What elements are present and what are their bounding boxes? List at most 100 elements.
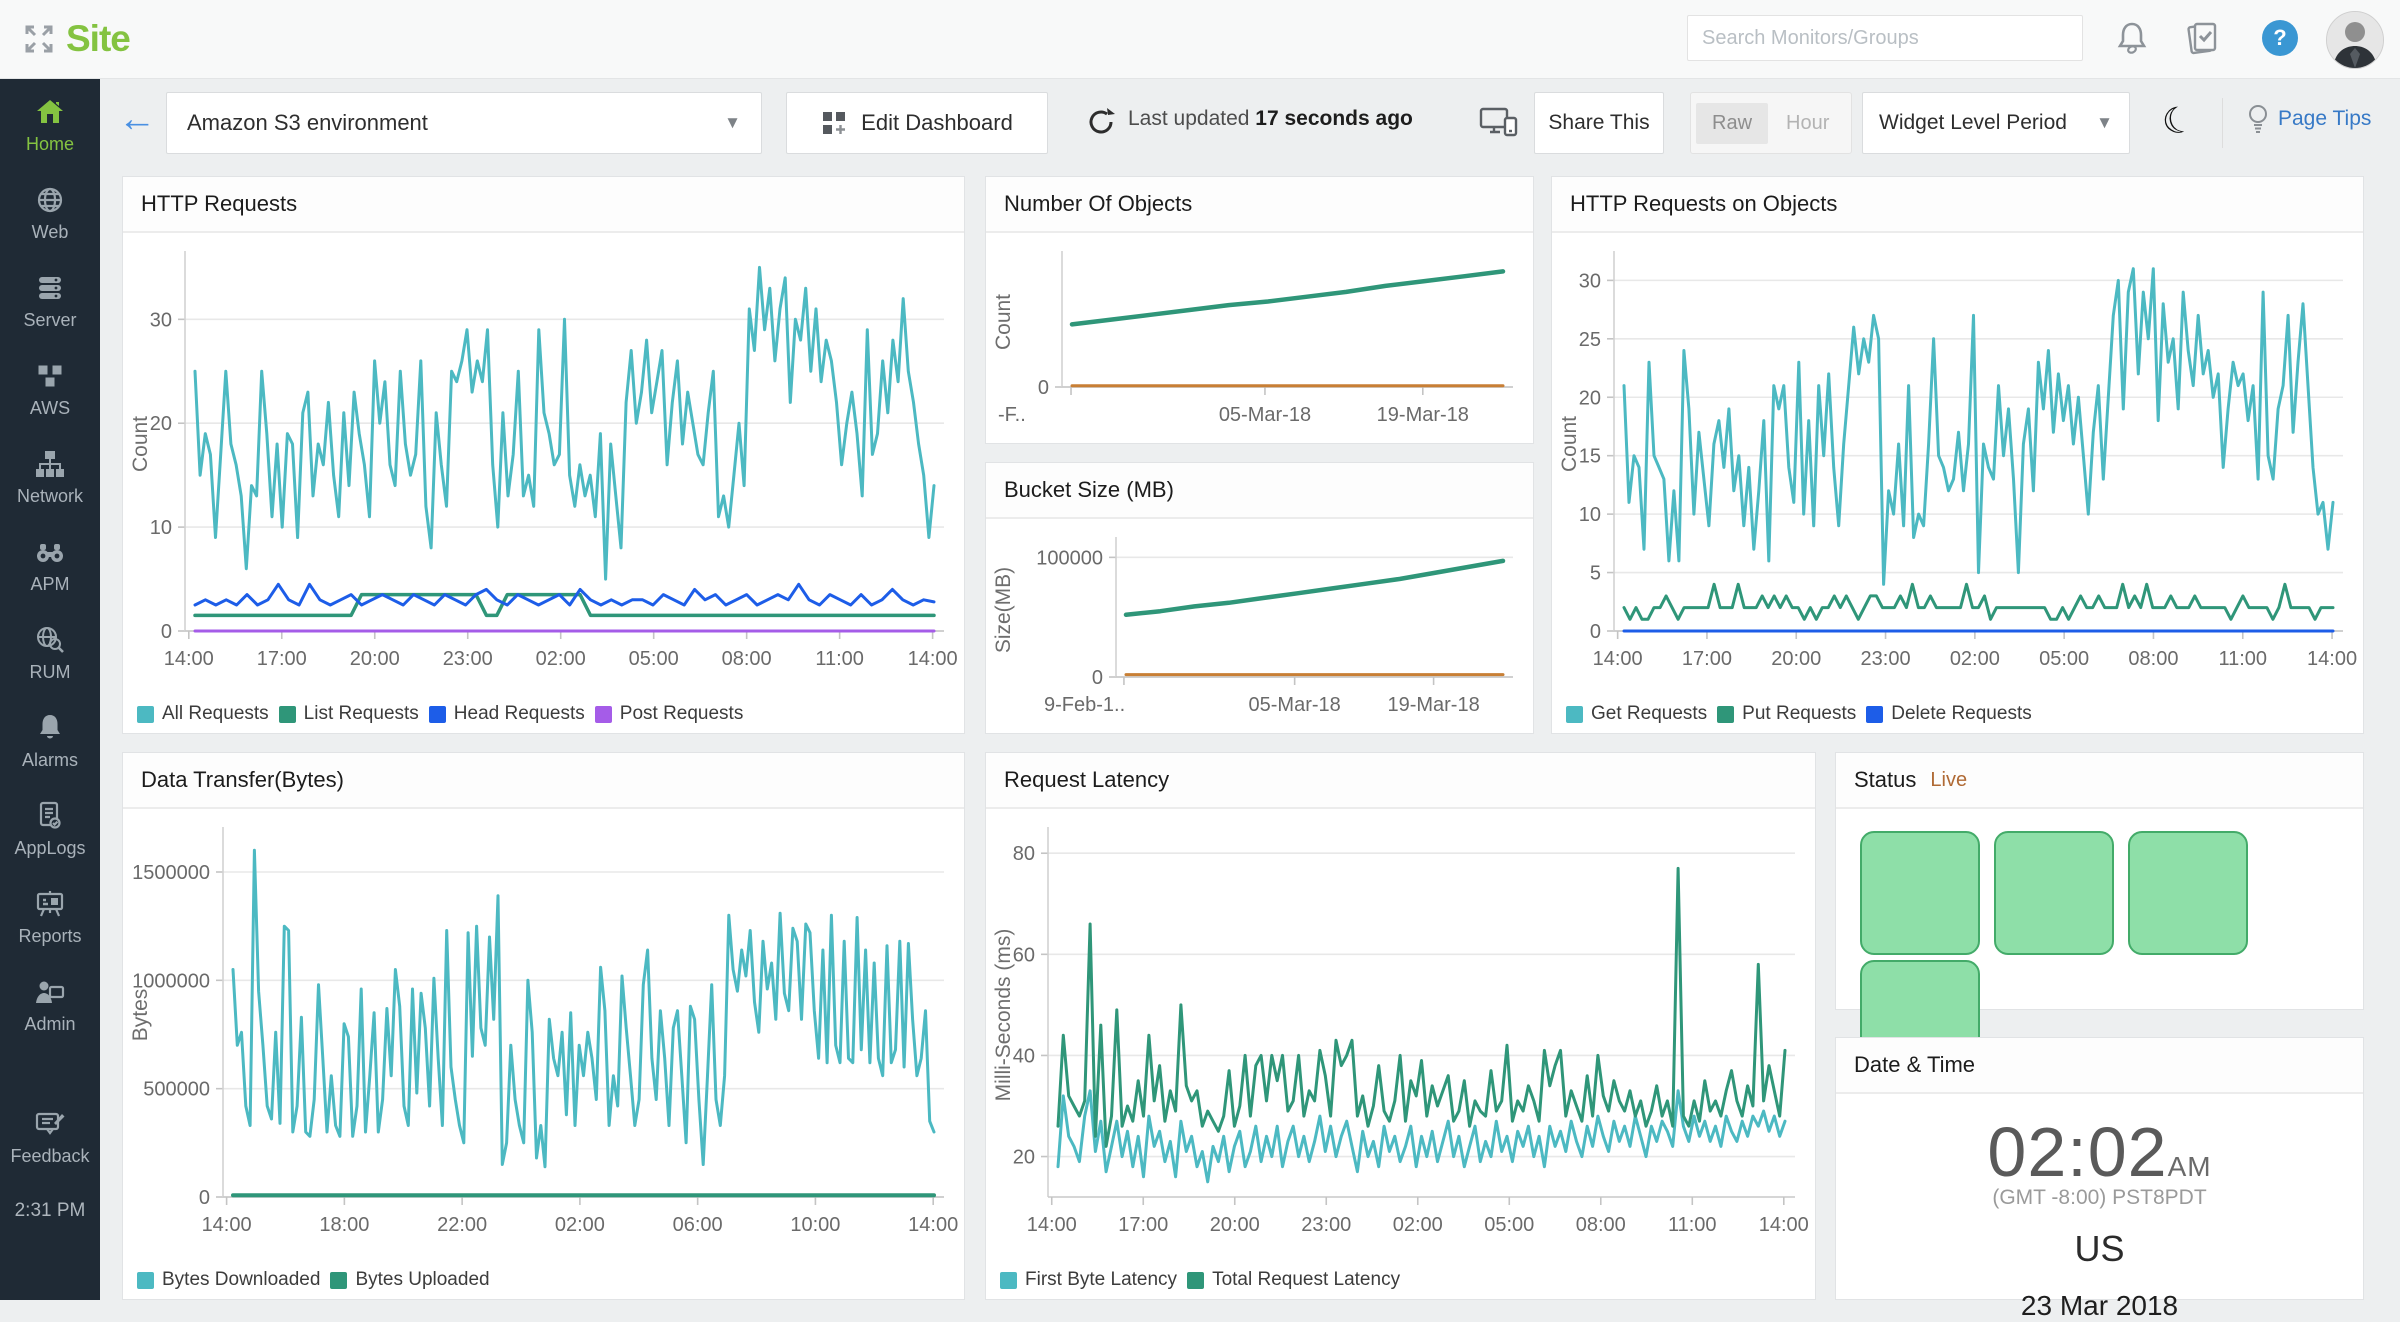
chart-legend: Get Requests Put Requests Delete Requests <box>1566 703 2032 725</box>
share-this-label: Share This <box>1548 111 1649 135</box>
legend-item[interactable]: Bytes Downloaded <box>137 1269 320 1291</box>
sidebar-item-label: APM <box>30 574 69 595</box>
sidebar-item-reports[interactable]: Reports <box>0 888 100 947</box>
svg-text:19-Mar-18: 19-Mar-18 <box>1387 694 1479 716</box>
svg-text:0: 0 <box>1038 377 1049 399</box>
page-tips-label: Page Tips <box>2278 107 2371 131</box>
legend-item[interactable]: Post Requests <box>595 703 744 725</box>
status-monitor-square[interactable] <box>2128 831 2248 955</box>
sidebar-item-apm[interactable]: APM <box>0 536 100 595</box>
dashboard-select[interactable]: Amazon S3 environment ▼ <box>166 92 762 154</box>
http-requests-chart: 010203014:0017:0020:0023:0002:0005:0008:… <box>123 231 964 687</box>
sidebar-item-admin[interactable]: Admin <box>0 976 100 1035</box>
sidebar-item-aws[interactable]: AWS <box>0 360 100 419</box>
legend-item[interactable]: Bytes Uploaded <box>330 1269 489 1291</box>
svg-text:30: 30 <box>1579 270 1601 292</box>
legend-item[interactable]: All Requests <box>137 703 269 725</box>
hour-toggle[interactable]: Hour <box>1770 103 1845 144</box>
svg-text:0: 0 <box>199 1187 210 1209</box>
svg-text:60: 60 <box>1013 944 1035 966</box>
refresh-icon[interactable] <box>1085 106 1117 143</box>
sidebar-item-network[interactable]: Network <box>0 448 100 507</box>
svg-text:Bytes: Bytes <box>129 989 152 1042</box>
rum-globe-magnifier-icon <box>34 624 66 656</box>
raw-toggle[interactable]: Raw <box>1696 103 1768 144</box>
sidebar-item-label: Admin <box>24 1014 75 1035</box>
widget-date-time: Date & Time 02:02AM (GMT -8:00) PST8PDT … <box>1835 1037 2364 1300</box>
request-latency-chart: 2040608014:0017:0020:0023:0002:0005:0008… <box>986 807 1815 1253</box>
sidebar-item-server[interactable]: Server <box>0 272 100 331</box>
sidebar-item-feedback[interactable]: Feedback <box>0 1108 100 1167</box>
clock-time: 02:02AM <box>1836 1112 2363 1192</box>
svg-text:Milli-Seconds (ms): Milli-Seconds (ms) <box>992 929 1015 1102</box>
svg-text:05:00: 05:00 <box>2039 648 2089 670</box>
sidebar-item-web[interactable]: Web <box>0 184 100 243</box>
toolbar-divider <box>2222 98 2223 148</box>
status-monitor-square[interactable] <box>1860 831 1980 955</box>
legend-label: Put Requests <box>1742 703 1856 725</box>
widget-title: Date & Time <box>1854 1052 1975 1078</box>
clock-timezone: (GMT -8:00) PST8PDT <box>1836 1186 2363 1210</box>
svg-text:05:00: 05:00 <box>629 648 679 670</box>
sidebar-item-alarms[interactable]: Alarms <box>0 712 100 771</box>
notifications-bell-icon[interactable] <box>2112 18 2152 58</box>
sidebar-item-label: Server <box>23 310 76 331</box>
http_requests-svg: 010203014:0017:0020:0023:0002:0005:0008:… <box>123 231 964 687</box>
widget-header: Status Live <box>1836 753 2363 809</box>
sidebar-item-label: Home <box>26 134 74 155</box>
svg-text:0: 0 <box>1092 667 1103 689</box>
legend-swatch <box>1717 706 1734 723</box>
svg-text:20: 20 <box>150 413 172 435</box>
expand-icon[interactable] <box>24 24 54 54</box>
svg-text:14:00: 14:00 <box>908 648 958 670</box>
svg-text:11:00: 11:00 <box>1668 1214 1717 1236</box>
alarm-bell-icon <box>34 712 66 744</box>
widget-header: Request Latency <box>986 753 1815 809</box>
legend-swatch <box>330 1272 347 1289</box>
page-tips-link[interactable]: Page Tips <box>2246 104 2371 134</box>
legend-item[interactable]: First Byte Latency <box>1000 1269 1177 1291</box>
sidebar-item-applogs[interactable]: AppLogs <box>0 800 100 859</box>
svg-text:08:00: 08:00 <box>1576 1214 1626 1236</box>
svg-text:14:00: 14:00 <box>202 1214 252 1236</box>
widget-level-period-select[interactable]: Widget Level Period ▼ <box>1862 92 2130 154</box>
legend-item[interactable]: Put Requests <box>1717 703 1856 725</box>
chart-legend: All Requests List Requests Head Requests Po… <box>137 703 743 725</box>
svg-text:5: 5 <box>1590 563 1601 585</box>
help-icon[interactable]: ? <box>2262 20 2298 56</box>
status-monitor-square[interactable] <box>1994 831 2114 955</box>
svg-text:Count: Count <box>992 294 1015 350</box>
last-updated-text: Last updated 17 seconds ago <box>1128 107 1413 131</box>
sidebar-item-label: AppLogs <box>14 838 85 859</box>
edit-dashboard-button[interactable]: Edit Dashboard <box>786 92 1048 154</box>
http_requests_on_objects-series <box>1624 269 2333 585</box>
back-arrow[interactable]: ← <box>118 100 156 138</box>
http_requests_on_objects-series <box>1624 584 2333 619</box>
tasks-icon[interactable] <box>2182 18 2222 58</box>
sidebar-item-rum[interactable]: RUM <box>0 624 100 683</box>
widget-data-transfer: Data Transfer(Bytes) 0500000100000015000… <box>122 752 965 1300</box>
avatar[interactable] <box>2326 11 2384 69</box>
svg-text:Count: Count <box>129 416 152 472</box>
number_of_objects-svg: 0-F..05-Mar-1819-Mar-18Count <box>986 231 1533 443</box>
network-icon <box>34 448 66 480</box>
legend-item[interactable]: Delete Requests <box>1866 703 2031 725</box>
sidebar-item-home[interactable]: Home <box>0 96 100 155</box>
legend-item[interactable]: Get Requests <box>1566 703 1707 725</box>
bucket_size-series <box>1126 561 1503 615</box>
share-this-button[interactable]: Share This <box>1534 92 1664 154</box>
widget-title: HTTP Requests on Objects <box>1570 191 1837 217</box>
svg-text:08:00: 08:00 <box>722 648 772 670</box>
search-input[interactable] <box>1687 15 2083 61</box>
legend-item[interactable]: List Requests <box>279 703 419 725</box>
dark-mode-moon-icon[interactable]: ☾ <box>2157 97 2198 146</box>
legend-item[interactable]: Head Requests <box>429 703 585 725</box>
legend-label: Bytes Downloaded <box>162 1269 320 1291</box>
chevron-down-icon: ▼ <box>724 113 741 133</box>
widget-http-requests-on-objects: HTTP Requests on Objects 05101520253014:… <box>1551 176 2364 734</box>
lightbulb-icon <box>2246 104 2270 134</box>
svg-text:80: 80 <box>1013 843 1035 865</box>
number-of-objects-chart: 0-F..05-Mar-1819-Mar-18Count <box>986 231 1533 443</box>
legend-item[interactable]: Total Request Latency <box>1187 1269 1400 1291</box>
devices-icon[interactable] <box>1478 104 1520 145</box>
